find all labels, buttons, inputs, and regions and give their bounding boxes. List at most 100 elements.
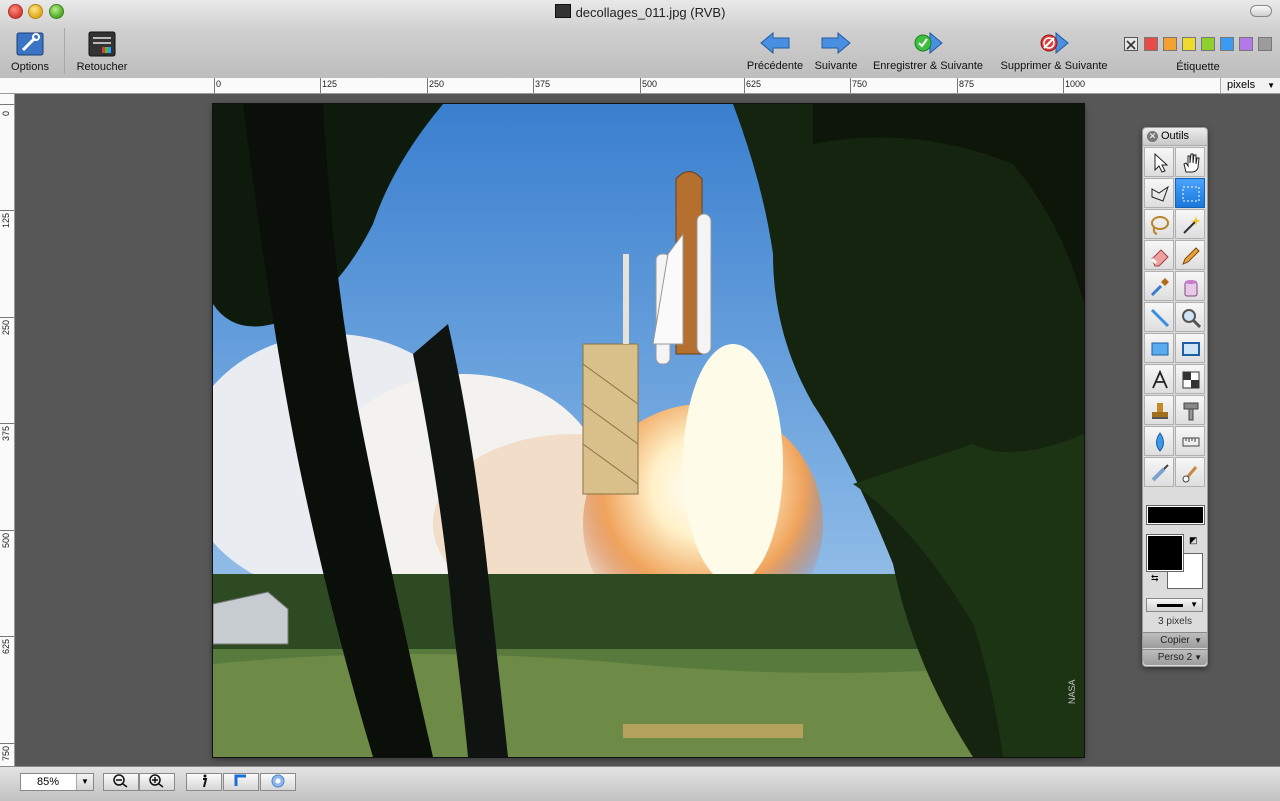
hammer-icon xyxy=(1183,402,1199,421)
smudge-tool[interactable] xyxy=(1175,457,1205,487)
eyedropper-icon xyxy=(1150,278,1169,297)
eyedropper-tool[interactable] xyxy=(1144,271,1174,301)
chevron-down-icon: ▼ xyxy=(1194,636,1202,645)
image-canvas[interactable]: NASA xyxy=(213,104,1084,757)
delete-next-icon xyxy=(1040,31,1069,55)
dodge-tool[interactable] xyxy=(1175,395,1205,425)
label-none-button[interactable] xyxy=(1124,37,1138,51)
ruler-label: 375 xyxy=(535,79,551,89)
default-colors-icon[interactable]: ◩ xyxy=(1189,535,1198,546)
zoom-select[interactable]: 85% ▼ xyxy=(20,773,94,791)
info-button[interactable] xyxy=(186,773,222,791)
ruler-label: 125 xyxy=(1,212,11,228)
left-ruler: 0 125 250 375 500 625 750 xyxy=(0,94,15,766)
label-color-gray[interactable] xyxy=(1258,37,1272,51)
ruler-label: 0 xyxy=(1,110,11,116)
options-icon xyxy=(16,32,44,56)
ruler-label: 500 xyxy=(1,532,11,548)
toolbar-separator xyxy=(64,28,65,74)
label-color-blue[interactable] xyxy=(1220,37,1234,51)
previous-button[interactable]: Précédente xyxy=(745,31,805,72)
arrow-left-icon xyxy=(760,31,790,55)
paint-bucket-icon xyxy=(1184,280,1198,297)
ruler-label: 500 xyxy=(642,79,658,89)
stroke-style-select[interactable]: ▼ xyxy=(1146,598,1203,612)
cursor-icon xyxy=(1154,152,1169,173)
retoucher-button[interactable]: Retoucher xyxy=(72,30,132,73)
close-palette-button[interactable]: ✕ xyxy=(1147,131,1158,142)
foreground-color-well[interactable] xyxy=(1147,535,1183,571)
pencil-tool[interactable] xyxy=(1175,240,1205,270)
lasso-tool[interactable] xyxy=(1144,209,1174,239)
label-color-yellow[interactable] xyxy=(1182,37,1196,51)
line-tool[interactable] xyxy=(1144,302,1174,332)
next-button[interactable]: Suivante xyxy=(811,31,861,72)
hand-tool[interactable] xyxy=(1175,147,1205,177)
ruler-label: 750 xyxy=(852,79,868,89)
ruler-label: 250 xyxy=(429,79,445,89)
rectangle-icon xyxy=(1182,342,1200,356)
copy-mode-select[interactable]: Copier ▼ xyxy=(1143,632,1207,648)
watermark-text: NASA xyxy=(1067,679,1077,704)
ruler-label: 125 xyxy=(322,79,338,89)
ruler-label: 625 xyxy=(1,638,11,654)
chevron-down-icon: ▼ xyxy=(1190,600,1198,609)
top-ruler: 0 125 250 375 500 625 750 875 1000 pixel… xyxy=(0,78,1280,94)
zoom-out-button[interactable] xyxy=(103,773,139,791)
delete-next-button[interactable]: Supprimer & Suivante xyxy=(996,31,1112,72)
eraser-icon xyxy=(1150,249,1169,267)
info-icon xyxy=(203,774,208,788)
blur-tool[interactable] xyxy=(1144,426,1174,456)
marquee-icon xyxy=(1182,186,1200,202)
rectangle-tool[interactable] xyxy=(1175,333,1205,363)
document-icon xyxy=(554,4,571,18)
brush-tool[interactable] xyxy=(1144,457,1174,487)
pattern-tool[interactable] xyxy=(1175,364,1205,394)
ruler-label: 375 xyxy=(1,425,11,441)
ruler-label: 875 xyxy=(959,79,975,89)
magic-wand-tool[interactable] xyxy=(1175,209,1205,239)
magnifier-icon xyxy=(1182,309,1202,329)
zoom-tool[interactable] xyxy=(1175,302,1205,332)
save-next-button[interactable]: Enregistrer & Suivante xyxy=(868,31,988,72)
rulers-toggle-button[interactable] xyxy=(223,773,259,791)
zoom-out-icon xyxy=(113,774,128,788)
label-color-purple[interactable] xyxy=(1239,37,1253,51)
chevron-down-icon: ▼ xyxy=(1267,81,1275,90)
ruler-label: 750 xyxy=(1,745,11,761)
toolbar-toggle-button[interactable] xyxy=(1250,5,1272,17)
swap-colors-icon[interactable]: ⇆ xyxy=(1151,573,1159,584)
eraser-tool[interactable] xyxy=(1144,240,1174,270)
ruler-units-select[interactable]: pixels ▼ xyxy=(1220,78,1280,93)
stroke-size-label: 3 pixels xyxy=(1158,616,1192,627)
paint-bucket-tool[interactable] xyxy=(1175,271,1205,301)
move-tool[interactable] xyxy=(1144,147,1174,177)
filled-rectangle-tool[interactable] xyxy=(1144,333,1174,363)
lasso-icon xyxy=(1151,216,1169,235)
crop-tool[interactable] xyxy=(1144,178,1174,208)
pencil-icon xyxy=(1182,247,1200,265)
brush-preset-select[interactable]: Perso 2 ▼ xyxy=(1143,649,1207,665)
sharpen-tool[interactable] xyxy=(1175,426,1205,456)
label-color-green[interactable] xyxy=(1201,37,1215,51)
zoom-in-button[interactable] xyxy=(139,773,175,791)
options-button[interactable]: Options xyxy=(6,30,54,73)
adjust-icon xyxy=(88,31,116,57)
clear-label-icon xyxy=(1126,40,1136,50)
chevron-down-icon: ▼ xyxy=(76,774,93,790)
text-tool[interactable] xyxy=(1144,364,1174,394)
rectangle-select-tool[interactable] xyxy=(1175,178,1205,208)
label-color-red[interactable] xyxy=(1144,37,1158,51)
rulers-icon xyxy=(234,774,246,786)
stamp-icon xyxy=(1152,403,1168,419)
label-title: Étiquette xyxy=(1176,61,1220,73)
ruler-label: 0 xyxy=(216,79,222,89)
label-color-orange[interactable] xyxy=(1163,37,1177,51)
stroke-color-well[interactable] xyxy=(1147,506,1204,524)
stamp-tool[interactable] xyxy=(1144,395,1174,425)
color-picker-button[interactable] xyxy=(260,773,296,791)
chevron-down-icon: ▼ xyxy=(1194,653,1202,662)
paintbrush-icon xyxy=(1182,466,1198,483)
stroke-preview xyxy=(1157,604,1183,607)
save-next-icon xyxy=(914,31,943,55)
